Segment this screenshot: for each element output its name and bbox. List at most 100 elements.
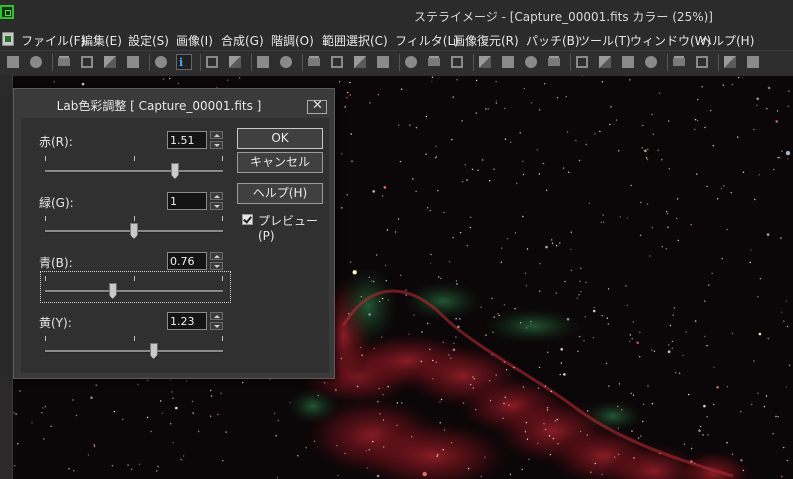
color-icon[interactable] bbox=[278, 54, 294, 70]
star bbox=[526, 327, 528, 329]
star bbox=[776, 110, 779, 112]
spin-up-icon[interactable] bbox=[210, 192, 223, 200]
star bbox=[642, 403, 645, 405]
menu-item-12[interactable]: ヘルプ(H) bbox=[700, 32, 754, 49]
ok-button[interactable]: OK bbox=[237, 128, 323, 149]
green-spinner[interactable] bbox=[210, 192, 223, 210]
red-slider-track[interactable] bbox=[45, 170, 223, 173]
green-slider-thumb[interactable] bbox=[130, 223, 138, 239]
copy-icon[interactable] bbox=[102, 54, 118, 70]
blue-slider-track[interactable] bbox=[45, 290, 223, 293]
menu-item-4[interactable]: 合成(G) bbox=[221, 32, 264, 49]
red-spinner[interactable] bbox=[210, 131, 223, 149]
info-icon[interactable]: i bbox=[176, 54, 192, 70]
stack-icon[interactable] bbox=[426, 54, 442, 70]
star bbox=[565, 95, 567, 98]
print-icon[interactable] bbox=[56, 54, 72, 70]
level-icon[interactable] bbox=[204, 54, 220, 70]
mask-icon[interactable] bbox=[574, 54, 590, 70]
star bbox=[698, 429, 701, 433]
star bbox=[619, 216, 621, 218]
star bbox=[157, 465, 159, 468]
yellow-spinner[interactable] bbox=[210, 312, 223, 330]
spin-down-icon[interactable] bbox=[210, 202, 223, 210]
red-value-field[interactable]: 1.51 bbox=[167, 131, 207, 149]
star bbox=[147, 379, 149, 382]
preview-checkbox[interactable] bbox=[242, 214, 253, 225]
rotate-icon[interactable] bbox=[671, 54, 687, 70]
star bbox=[440, 277, 442, 280]
yellow-value-field[interactable]: 1.23 bbox=[167, 312, 207, 330]
composite-icon[interactable] bbox=[546, 54, 562, 70]
open-icon[interactable] bbox=[5, 54, 21, 70]
menu-item-1[interactable]: 編集(E) bbox=[81, 32, 122, 49]
star bbox=[349, 81, 351, 84]
star bbox=[564, 280, 566, 283]
menu-item-0[interactable]: ファイル(F) bbox=[21, 32, 85, 49]
spin-up-icon[interactable] bbox=[210, 131, 223, 139]
menu-item-9[interactable]: パッチ(B) bbox=[526, 32, 580, 49]
red-slider-thumb[interactable] bbox=[170, 163, 179, 179]
undo-icon[interactable] bbox=[153, 54, 169, 70]
select-icon[interactable] bbox=[597, 54, 613, 70]
spin-down-icon[interactable] bbox=[210, 322, 223, 330]
noise-icon[interactable] bbox=[329, 54, 345, 70]
menu-item-5[interactable]: 階調(O) bbox=[271, 32, 314, 49]
star bbox=[575, 139, 577, 142]
help-button[interactable]: ヘルプ(H) bbox=[237, 183, 323, 204]
yellow-slider-thumb[interactable] bbox=[149, 343, 158, 359]
zoom-icon[interactable] bbox=[745, 54, 761, 70]
curve-icon[interactable] bbox=[227, 54, 243, 70]
spin-up-icon[interactable] bbox=[210, 312, 223, 320]
star bbox=[455, 336, 457, 338]
star bbox=[376, 474, 380, 478]
star bbox=[429, 262, 432, 264]
balance-icon[interactable] bbox=[306, 54, 322, 70]
blue-value-field[interactable]: 0.76 bbox=[167, 252, 207, 270]
star bbox=[150, 430, 152, 433]
menu-item-10[interactable]: ツール(T) bbox=[578, 32, 631, 49]
star bbox=[421, 331, 423, 333]
star bbox=[642, 420, 644, 423]
green-value-field[interactable]: 1 bbox=[167, 192, 207, 210]
cut-icon[interactable] bbox=[79, 54, 95, 70]
spin-down-icon[interactable] bbox=[210, 262, 223, 270]
star bbox=[191, 400, 194, 403]
menu-item-6[interactable]: 範囲選択(C) bbox=[322, 32, 388, 49]
star bbox=[690, 224, 692, 226]
star bbox=[570, 269, 572, 272]
flat-icon[interactable] bbox=[500, 54, 516, 70]
spin-up-icon[interactable] bbox=[210, 252, 223, 260]
menu-item-3[interactable]: 画像(I) bbox=[176, 32, 213, 49]
star bbox=[451, 138, 453, 141]
spin-down-icon[interactable] bbox=[210, 141, 223, 149]
blue-spinner[interactable] bbox=[210, 252, 223, 270]
star bbox=[647, 148, 649, 150]
close-button[interactable]: ✕ bbox=[307, 98, 327, 114]
save-icon[interactable] bbox=[28, 54, 44, 70]
align-icon[interactable] bbox=[523, 54, 539, 70]
histogram-icon[interactable] bbox=[255, 54, 271, 70]
app-icon[interactable] bbox=[0, 5, 14, 19]
menu-item-2[interactable]: 設定(S) bbox=[128, 32, 169, 49]
menu-item-7[interactable]: フィルタ(L) bbox=[395, 32, 459, 49]
star bbox=[471, 168, 474, 170]
star bbox=[699, 425, 702, 428]
flip-icon[interactable] bbox=[694, 54, 710, 70]
paste-icon[interactable] bbox=[125, 54, 141, 70]
menu-item-8[interactable]: 画像復元(R) bbox=[453, 32, 519, 49]
yellow-slider-track[interactable] bbox=[45, 350, 223, 353]
dark-icon[interactable] bbox=[477, 54, 493, 70]
stat-icon[interactable] bbox=[722, 54, 738, 70]
resize-icon[interactable] bbox=[643, 54, 659, 70]
star-icon[interactable] bbox=[449, 54, 465, 70]
cancel-button[interactable]: キャンセル bbox=[237, 152, 323, 173]
star bbox=[457, 325, 460, 329]
star bbox=[373, 280, 375, 283]
grid-icon[interactable] bbox=[403, 54, 419, 70]
crop-icon[interactable] bbox=[620, 54, 636, 70]
blur-icon[interactable] bbox=[375, 54, 391, 70]
document-icon[interactable] bbox=[2, 32, 14, 46]
sharpen-icon[interactable] bbox=[352, 54, 368, 70]
left-panel-strip bbox=[0, 75, 13, 479]
